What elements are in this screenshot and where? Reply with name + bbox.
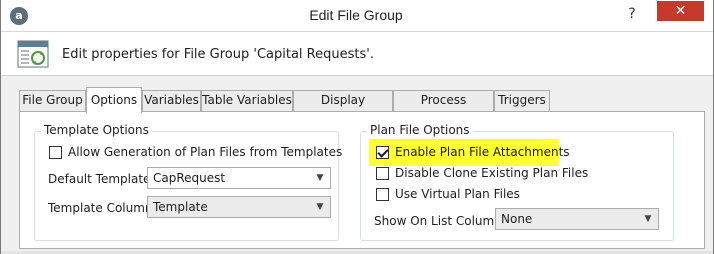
dialog-window: a Edit File Group ? ✕ Edit properties fo… xyxy=(0,0,714,254)
tab-display-columns[interactable]: Display Columns xyxy=(293,90,393,126)
template-column-combo[interactable]: Template ▼ xyxy=(147,196,331,218)
plan-file-options-title: Plan File Options xyxy=(367,123,473,137)
chevron-down-icon: ▼ xyxy=(316,173,324,183)
chevron-down-icon: ▼ xyxy=(316,202,324,212)
title-bar: a Edit File Group ? ✕ xyxy=(1,0,713,32)
show-on-list-column-value: None xyxy=(501,212,533,226)
app-logo-icon: a xyxy=(10,7,28,25)
header-description: Edit properties for File Group 'Capital … xyxy=(62,47,374,62)
disable-clone-label: Disable Clone Existing Plan Files xyxy=(395,166,589,180)
tab-options[interactable]: Options xyxy=(86,87,142,113)
enable-attachments-checkbox[interactable] xyxy=(376,146,389,159)
allow-generation-label: Allow Generation of Plan Files from Temp… xyxy=(68,145,343,159)
use-virtual-label: Use Virtual Plan Files xyxy=(395,187,520,201)
tab-file-group[interactable]: File Group xyxy=(19,90,86,111)
default-template-value: CapRequest xyxy=(153,171,226,185)
help-button[interactable]: ? xyxy=(621,4,643,24)
tab-triggers[interactable]: Triggers xyxy=(494,90,550,111)
show-on-list-column-combo[interactable]: None ▼ xyxy=(495,208,659,230)
chevron-down-icon: ▼ xyxy=(644,214,652,224)
show-on-list-column-label: Show On List Column xyxy=(374,214,502,228)
tab-table-variables[interactable]: Table Variables xyxy=(201,90,293,111)
file-group-edit-icon xyxy=(17,40,49,68)
tab-process-columns[interactable]: Process Columns xyxy=(393,90,494,126)
template-column-label: Template Column xyxy=(48,201,153,215)
tab-variables[interactable]: Variables xyxy=(142,90,201,111)
template-column-value: Template xyxy=(153,200,208,214)
window-title: Edit File Group xyxy=(309,7,403,23)
default-template-combo[interactable]: CapRequest ▼ xyxy=(147,167,331,189)
template-options-title: Template Options xyxy=(41,123,152,137)
use-virtual-checkbox[interactable] xyxy=(376,188,389,201)
default-template-label: Default Template xyxy=(48,172,151,186)
close-button[interactable]: ✕ xyxy=(657,1,704,21)
disable-clone-checkbox[interactable] xyxy=(376,167,389,180)
allow-generation-checkbox[interactable] xyxy=(49,146,62,159)
enable-attachments-label: Enable Plan File Attachments xyxy=(395,145,570,159)
